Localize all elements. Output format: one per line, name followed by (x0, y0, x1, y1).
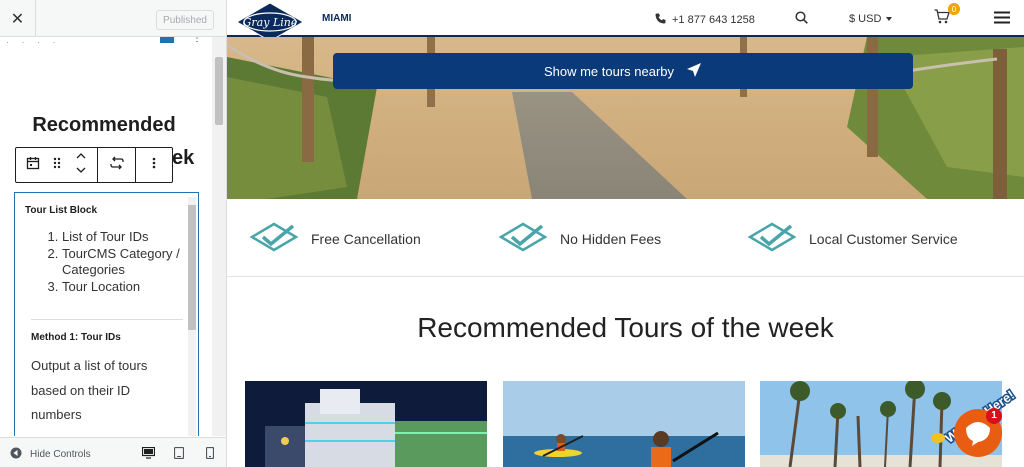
show-tours-nearby-label: Show me tours nearby (543, 63, 675, 79)
show-tours-nearby-button[interactable]: Show me tours nearby (333, 53, 913, 89)
calendar-icon[interactable] (26, 156, 40, 175)
panel-body: · · · · ⋮ Recommended ek Tour List Block… (0, 37, 212, 436)
close-icon[interactable]: ✕ (0, 0, 36, 37)
move-up-down-icon[interactable] (75, 151, 87, 180)
menu-icon[interactable] (994, 11, 1010, 29)
tour-card-image[interactable] (503, 381, 745, 467)
feature-item: No Hidden Fees (498, 221, 661, 256)
drag-handle-icon[interactable] (52, 156, 62, 175)
tablet-preview-icon[interactable] (172, 446, 186, 460)
transform-button[interactable] (98, 148, 136, 182)
check-badge-icon (747, 221, 797, 256)
cart-icon[interactable] (934, 9, 950, 29)
block-scrollbar[interactable] (188, 197, 196, 436)
location-arrow-icon (686, 62, 702, 81)
site-preview: Gray Line MIAMI +1 877 643 1258 $ USD 0 … (227, 0, 1024, 467)
transform-icon (109, 156, 125, 175)
block-heading-tail: ek (172, 147, 195, 169)
hero-image: Show me tours nearby (227, 37, 1024, 199)
clipped-more-icon[interactable]: ⋮ (192, 37, 202, 44)
phone-number: +1 877 643 1258 (672, 14, 755, 26)
tour-list-methods: List of Tour IDs TourCMS Category / Cate… (47, 229, 185, 295)
clipped-blue-button[interactable] (160, 37, 174, 43)
feature-label: Local Customer Service (809, 230, 958, 247)
tour-card-image[interactable] (245, 381, 487, 467)
tour-list-heading: Tour List Block (25, 205, 98, 216)
chat-badge: 1 (991, 410, 997, 421)
tour-list-block[interactable]: Tour List Block List of Tour IDs TourCMS… (14, 192, 199, 436)
desktop-preview-icon[interactable] (141, 446, 155, 460)
panel-header: ✕ Published (0, 0, 226, 37)
panel-scrollbar[interactable] (212, 37, 226, 436)
more-vertical-icon (152, 156, 156, 175)
block-toolbar (15, 147, 173, 183)
method-description: Output a list of tours based on their ID… (31, 358, 148, 422)
block-toolbar-group (16, 148, 98, 182)
search-icon[interactable] (795, 11, 808, 29)
phone-link[interactable]: +1 877 643 1258 (655, 13, 755, 27)
publish-button[interactable]: Published (156, 10, 214, 30)
site-header: Gray Line MIAMI +1 877 643 1258 $ USD 0 (227, 0, 1024, 42)
divider (31, 319, 183, 320)
feature-item: Free Cancellation (249, 221, 421, 256)
collapse-arrow-icon (10, 447, 22, 462)
currency-select[interactable]: $ USD (849, 13, 893, 25)
list-item: TourCMS Category / Categories (62, 246, 185, 279)
panel-footer: Hide Controls (0, 437, 226, 467)
features-strip: Free Cancellation No Hidden Fees Local C… (227, 199, 1024, 277)
city-label[interactable]: MIAMI (322, 13, 351, 24)
clipped-toolbar: · · · · (6, 37, 61, 47)
feature-item: Local Customer Service (747, 221, 958, 256)
hide-controls-button[interactable]: Hide Controls (10, 447, 91, 462)
chat-widget[interactable]: We Are Here! 1 (928, 378, 1024, 467)
list-item: Tour Location (62, 279, 185, 296)
svg-text:Gray Line: Gray Line (243, 16, 298, 29)
method-heading: Method 1: Tour IDs (31, 332, 121, 343)
customizer-panel: ✕ Published · · · · ⋮ Recommended ek Tou… (0, 0, 227, 467)
cart-count-badge: 0 (948, 3, 960, 15)
phone-icon (655, 13, 666, 27)
section-title: Recommended Tours of the week (417, 312, 834, 343)
check-badge-icon (249, 221, 299, 256)
caret-down-icon (885, 13, 893, 25)
customizer-window: ✕ Published · · · · ⋮ Recommended ek Tou… (0, 0, 1024, 467)
more-options-button[interactable] (136, 148, 172, 182)
mobile-preview-icon[interactable] (203, 446, 217, 460)
feature-label: Free Cancellation (311, 230, 421, 247)
hide-controls-label: Hide Controls (30, 449, 91, 460)
currency-value: $ USD (849, 13, 882, 25)
block-heading: Recommended (32, 114, 176, 136)
check-badge-icon (498, 221, 548, 256)
feature-label: No Hidden Fees (560, 230, 662, 247)
list-item: List of Tour IDs (62, 229, 185, 246)
